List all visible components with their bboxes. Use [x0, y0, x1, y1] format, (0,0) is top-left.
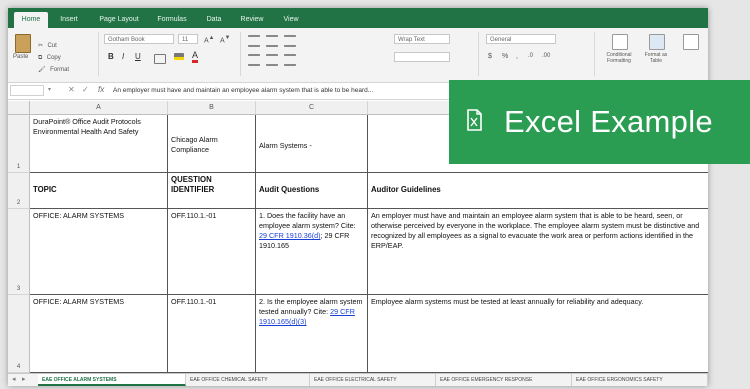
insert-function-icon[interactable]: fx [98, 85, 104, 94]
name-box-dropdown-icon[interactable]: ▾ [48, 86, 51, 93]
cell-b1[interactable]: Chicago Alarm Compliance [168, 115, 256, 173]
tab-view[interactable]: View [276, 12, 306, 28]
scroll-left-icon[interactable]: ◂ [12, 375, 16, 383]
font-color-icon[interactable]: A [192, 51, 199, 63]
percent-icon[interactable]: % [502, 53, 508, 60]
column-header-b[interactable]: B [168, 101, 256, 115]
cell-c1[interactable]: Alarm Systems - [256, 115, 368, 173]
format-as-table-label: Format as Table [644, 52, 668, 64]
format-painter-label: Format [50, 67, 70, 73]
align-bottom-icon[interactable] [284, 35, 296, 47]
grow-font-icon[interactable]: A▲ [204, 35, 214, 44]
format-painter-button[interactable]: 🖌 Format [38, 58, 69, 76]
borders-icon[interactable] [154, 54, 166, 64]
comma-icon[interactable]: , [516, 53, 518, 60]
brush-icon: 🖌 [38, 67, 46, 73]
divider [594, 32, 595, 76]
currency-icon[interactable]: $ [488, 53, 492, 60]
align-middle-icon[interactable] [266, 35, 278, 47]
cell-a3[interactable]: OFFICE: ALARM SYSTEMS [30, 209, 168, 295]
banner-title: Excel Example [504, 104, 713, 139]
cell-a2[interactable]: TOPIC [30, 173, 168, 209]
sheet-tab-alarm-systems[interactable]: EAE OFFICE ALARM SYSTEMS [38, 374, 186, 386]
sheet-tab-ergonomics-safety[interactable]: EAE OFFICE ERGONOMICS SAFETY [572, 374, 708, 386]
row-number: 4 [16, 364, 21, 370]
tab-data[interactable]: Data [200, 12, 228, 28]
decrease-decimal-icon[interactable]: .00 [542, 53, 550, 59]
paste-label: Paste [13, 54, 29, 60]
italic-icon[interactable]: I [122, 52, 124, 61]
cell-styles-button[interactable] [676, 34, 704, 74]
row-number: 1 [16, 164, 21, 170]
cell-b2[interactable]: QUESTION IDENTIFIER [168, 173, 256, 209]
row-number: 3 [16, 286, 21, 292]
conditional-formatting-button[interactable]: Conditional Formatting [602, 34, 636, 74]
format-as-table-button[interactable]: Format as Table [640, 34, 672, 74]
tab-insert[interactable]: Insert [54, 12, 84, 28]
format-as-table-icon [649, 34, 665, 50]
cell-b4[interactable]: OFF.110.1.-01 [168, 295, 256, 373]
cell-d3[interactable]: An employer must have and maintain an em… [368, 209, 708, 295]
spreadsheet-file-icon [467, 109, 482, 131]
align-top-icon[interactable] [248, 35, 260, 47]
shrink-font-icon[interactable]: A▼ [220, 35, 230, 44]
cell-a4[interactable]: OFFICE: ALARM SYSTEMS [30, 295, 168, 373]
tab-formulas[interactable]: Formulas [152, 12, 192, 28]
row-number: 2 [16, 200, 21, 206]
ribbon: Paste ✂ Cut ⧉ Copy 🖌 Format Gotham Book … [8, 28, 708, 83]
sheet-tab-electrical-safety[interactable]: EAE OFFICE ELECTRICAL SAFETY [310, 374, 436, 386]
column-header-c[interactable]: C [256, 101, 368, 115]
enter-icon[interactable]: ✓ [82, 85, 89, 94]
increase-decimal-icon[interactable]: .0 [528, 53, 533, 59]
row-header-1[interactable]: 1 [8, 115, 30, 173]
conditional-formatting-label: Conditional Formatting [606, 52, 632, 64]
align-right-icon[interactable] [284, 54, 296, 66]
conditional-formatting-icon [612, 34, 628, 50]
row-header-3[interactable]: 3 [8, 209, 30, 295]
tab-home[interactable]: Home [14, 12, 48, 28]
sheet-tab-chemical-safety[interactable]: EAE OFFICE CHEMICAL SAFETY [186, 374, 310, 386]
excel-example-banner: Excel Example [449, 80, 750, 164]
divider [98, 32, 99, 76]
cell-c3[interactable]: 1. Does the facility have an employee al… [256, 209, 368, 295]
cell-text: 1. Does the facility have an employee al… [259, 211, 356, 230]
tab-review[interactable]: Review [234, 12, 270, 28]
cell-d2[interactable]: Auditor Guidelines [368, 173, 708, 209]
excel-window: Home Insert Page Layout Formulas Data Re… [8, 8, 708, 386]
row-header-2[interactable]: 2 [8, 173, 30, 209]
wrap-text-button[interactable]: Wrap Text [394, 34, 450, 44]
cell-c4[interactable]: 2. Is the employee alarm system tested a… [256, 295, 368, 373]
cell-d4[interactable]: Employee alarm systems must be tested at… [368, 295, 708, 373]
sheet-tab-bar: ◂ ▸ EAE OFFICE ALARM SYSTEMS EAE OFFICE … [8, 373, 708, 386]
cell-c2[interactable]: Audit Questions [256, 173, 368, 209]
bold-icon[interactable]: B [108, 52, 114, 61]
divider [240, 32, 241, 76]
divider [478, 32, 479, 76]
font-name-dropdown[interactable]: Gotham Book [104, 34, 174, 44]
formula-input[interactable]: An employer must have and maintain an em… [113, 85, 373, 96]
sheet-tab-emergency-response[interactable]: EAE OFFICE EMERGENCY RESPONSE [436, 374, 572, 386]
row-header-4[interactable]: 4 [8, 295, 30, 373]
font-size-dropdown[interactable]: 11 [178, 34, 198, 44]
fill-color-icon[interactable] [174, 53, 184, 60]
cell-a1[interactable]: DuraPoint® Office Audit Protocols Enviro… [30, 115, 168, 173]
tab-page-layout[interactable]: Page Layout [94, 12, 144, 28]
cancel-icon[interactable]: ✕ [68, 85, 75, 94]
select-all-corner[interactable] [8, 101, 30, 115]
scroll-right-icon[interactable]: ▸ [22, 375, 26, 383]
align-left-icon[interactable] [248, 54, 260, 66]
merge-center-button[interactable] [394, 52, 450, 62]
column-header-a[interactable]: A [30, 101, 168, 115]
paste-icon [15, 34, 31, 53]
name-box[interactable] [10, 85, 44, 96]
cell-b3[interactable]: OFF.110.1.-01 [168, 209, 256, 295]
underline-icon[interactable]: U [135, 52, 141, 61]
number-format-dropdown[interactable]: General [486, 34, 556, 44]
ribbon-tab-bar: Home Insert Page Layout Formulas Data Re… [8, 8, 708, 28]
paste-button[interactable]: Paste [12, 32, 34, 68]
align-center-icon[interactable] [266, 54, 278, 66]
cell-styles-icon [683, 34, 699, 50]
cfr-link[interactable]: 29 CFR 1910.36(d) [259, 231, 321, 240]
